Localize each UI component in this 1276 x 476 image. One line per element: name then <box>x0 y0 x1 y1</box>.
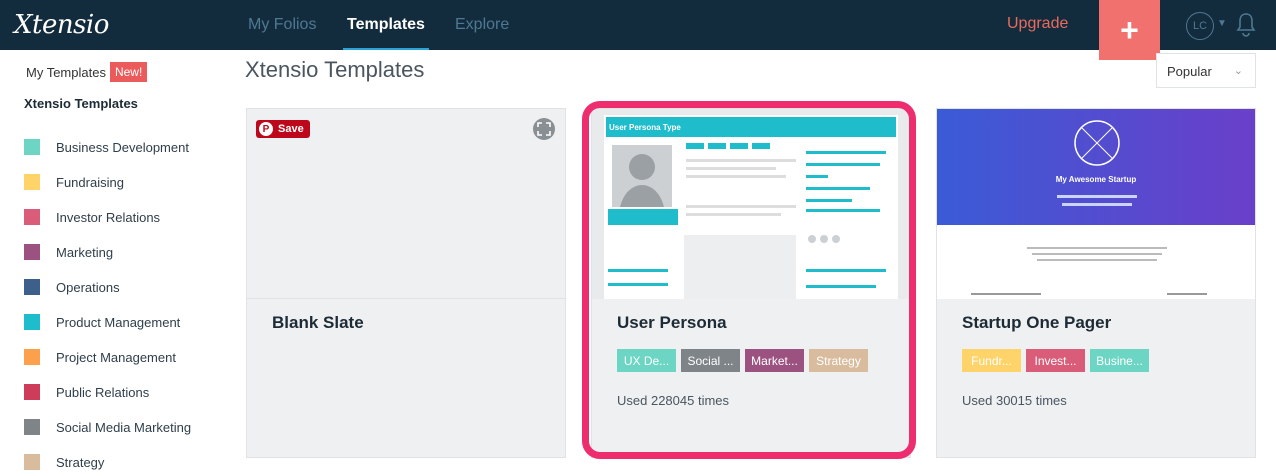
category-swatch <box>24 139 40 155</box>
category-label: Project Management <box>56 349 176 365</box>
template-name: Startup One Pager <box>962 313 1112 332</box>
thumbnail-title: User Persona Type <box>609 123 681 132</box>
add-button[interactable]: + <box>1099 0 1160 60</box>
tag[interactable]: UX De... <box>617 349 676 372</box>
template-name: User Persona <box>617 313 727 332</box>
tag[interactable]: Social ... <box>681 349 740 372</box>
sidebar-category-item[interactable]: Social Media Marketing <box>24 417 191 437</box>
user-avatar[interactable]: LC <box>1186 12 1214 40</box>
xtensio-logo[interactable]: Xtensio <box>14 10 109 40</box>
template-card-blank-slate[interactable]: P Save Blank Slate <box>246 108 566 458</box>
category-label: Investor Relations <box>56 209 161 225</box>
category-label: Business Development <box>56 139 189 155</box>
category-label: Public Relations <box>56 384 150 400</box>
sidebar-category-item[interactable]: Product Management <box>24 312 180 332</box>
category-swatch <box>24 419 40 435</box>
xtensio-templates-link[interactable]: Xtensio Templates <box>24 96 138 111</box>
category-swatch <box>24 209 40 225</box>
pinterest-save-button[interactable]: P Save <box>256 120 310 138</box>
tag[interactable]: Busine... <box>1090 349 1149 372</box>
top-navbar: Xtensio My Folios Templates Explore Upgr… <box>0 0 1276 50</box>
expand-icon[interactable] <box>533 118 555 140</box>
template-thumbnail[interactable]: P Save <box>247 109 565 299</box>
my-templates-link[interactable]: My Templates New! <box>26 62 148 82</box>
category-label: Operations <box>56 279 120 295</box>
tag-list: UX De... Social ... Market... Strategy <box>617 349 868 372</box>
sidebar-category-item[interactable]: Strategy <box>24 452 104 472</box>
bell-icon[interactable] <box>1236 12 1256 43</box>
tag[interactable]: Strategy <box>809 349 868 372</box>
tag-list: Fundr... Invest... Busine... <box>962 349 1149 372</box>
category-swatch <box>24 244 40 260</box>
category-swatch <box>24 174 40 190</box>
sidebar-category-item[interactable]: Marketing <box>24 242 113 262</box>
template-thumbnail[interactable]: My Awesome Startup <box>937 109 1255 299</box>
category-label: Strategy <box>56 454 105 470</box>
persona-preview-image <box>592 109 910 299</box>
sidebar-category-item[interactable]: Operations <box>24 277 120 297</box>
template-card-user-persona[interactable]: User Persona Type User Persona UX De... … <box>591 108 911 458</box>
save-label: Save <box>278 123 304 135</box>
tag[interactable]: Market... <box>745 349 804 372</box>
sidebar-category-item[interactable]: Project Management <box>24 347 176 367</box>
category-label: Marketing <box>56 244 114 260</box>
category-swatch <box>24 279 40 295</box>
sidebar-category-item[interactable]: Business Development <box>24 137 189 157</box>
pinterest-icon: P <box>259 122 273 136</box>
usage-count: Used 30015 times <box>962 393 1067 408</box>
chevron-down-icon: ⌄ <box>1233 65 1243 77</box>
category-swatch <box>24 384 40 400</box>
thumbnail-title: My Awesome Startup <box>1055 175 1137 184</box>
chevron-down-icon[interactable]: ▼ <box>1217 18 1227 29</box>
page-title: Xtensio Templates <box>245 57 425 82</box>
sort-select[interactable]: Popular ⌄ <box>1156 53 1256 88</box>
tag[interactable]: Invest... <box>1026 349 1085 372</box>
sort-value: Popular <box>1167 64 1212 79</box>
upgrade-link[interactable]: Upgrade <box>1007 15 1068 33</box>
category-swatch <box>24 314 40 330</box>
category-label: Fundraising <box>56 174 124 190</box>
nav-explore[interactable]: Explore <box>455 0 509 50</box>
nav-my-folios[interactable]: My Folios <box>248 0 316 50</box>
nav-templates[interactable]: Templates <box>343 0 429 50</box>
my-templates-label: My Templates <box>26 64 106 80</box>
sidebar-category-item[interactable]: Investor Relations <box>24 207 160 227</box>
category-label: Product Management <box>56 314 181 330</box>
category-label: Social Media Marketing <box>56 419 192 435</box>
template-card-startup-one-pager[interactable]: My Awesome Startup Startup One Pager Fun… <box>936 108 1256 458</box>
sidebar-category-item[interactable]: Fundraising <box>24 172 124 192</box>
startup-preview-image <box>937 109 1255 295</box>
category-swatch <box>24 349 40 365</box>
sidebar-category-item[interactable]: Public Relations <box>24 382 149 402</box>
usage-count: Used 228045 times <box>617 393 730 408</box>
tag[interactable]: Fundr... <box>962 349 1021 372</box>
new-badge: New! <box>109 62 148 82</box>
category-swatch <box>24 454 40 470</box>
template-name: Blank Slate <box>272 313 364 332</box>
template-thumbnail[interactable]: User Persona Type <box>592 109 910 299</box>
